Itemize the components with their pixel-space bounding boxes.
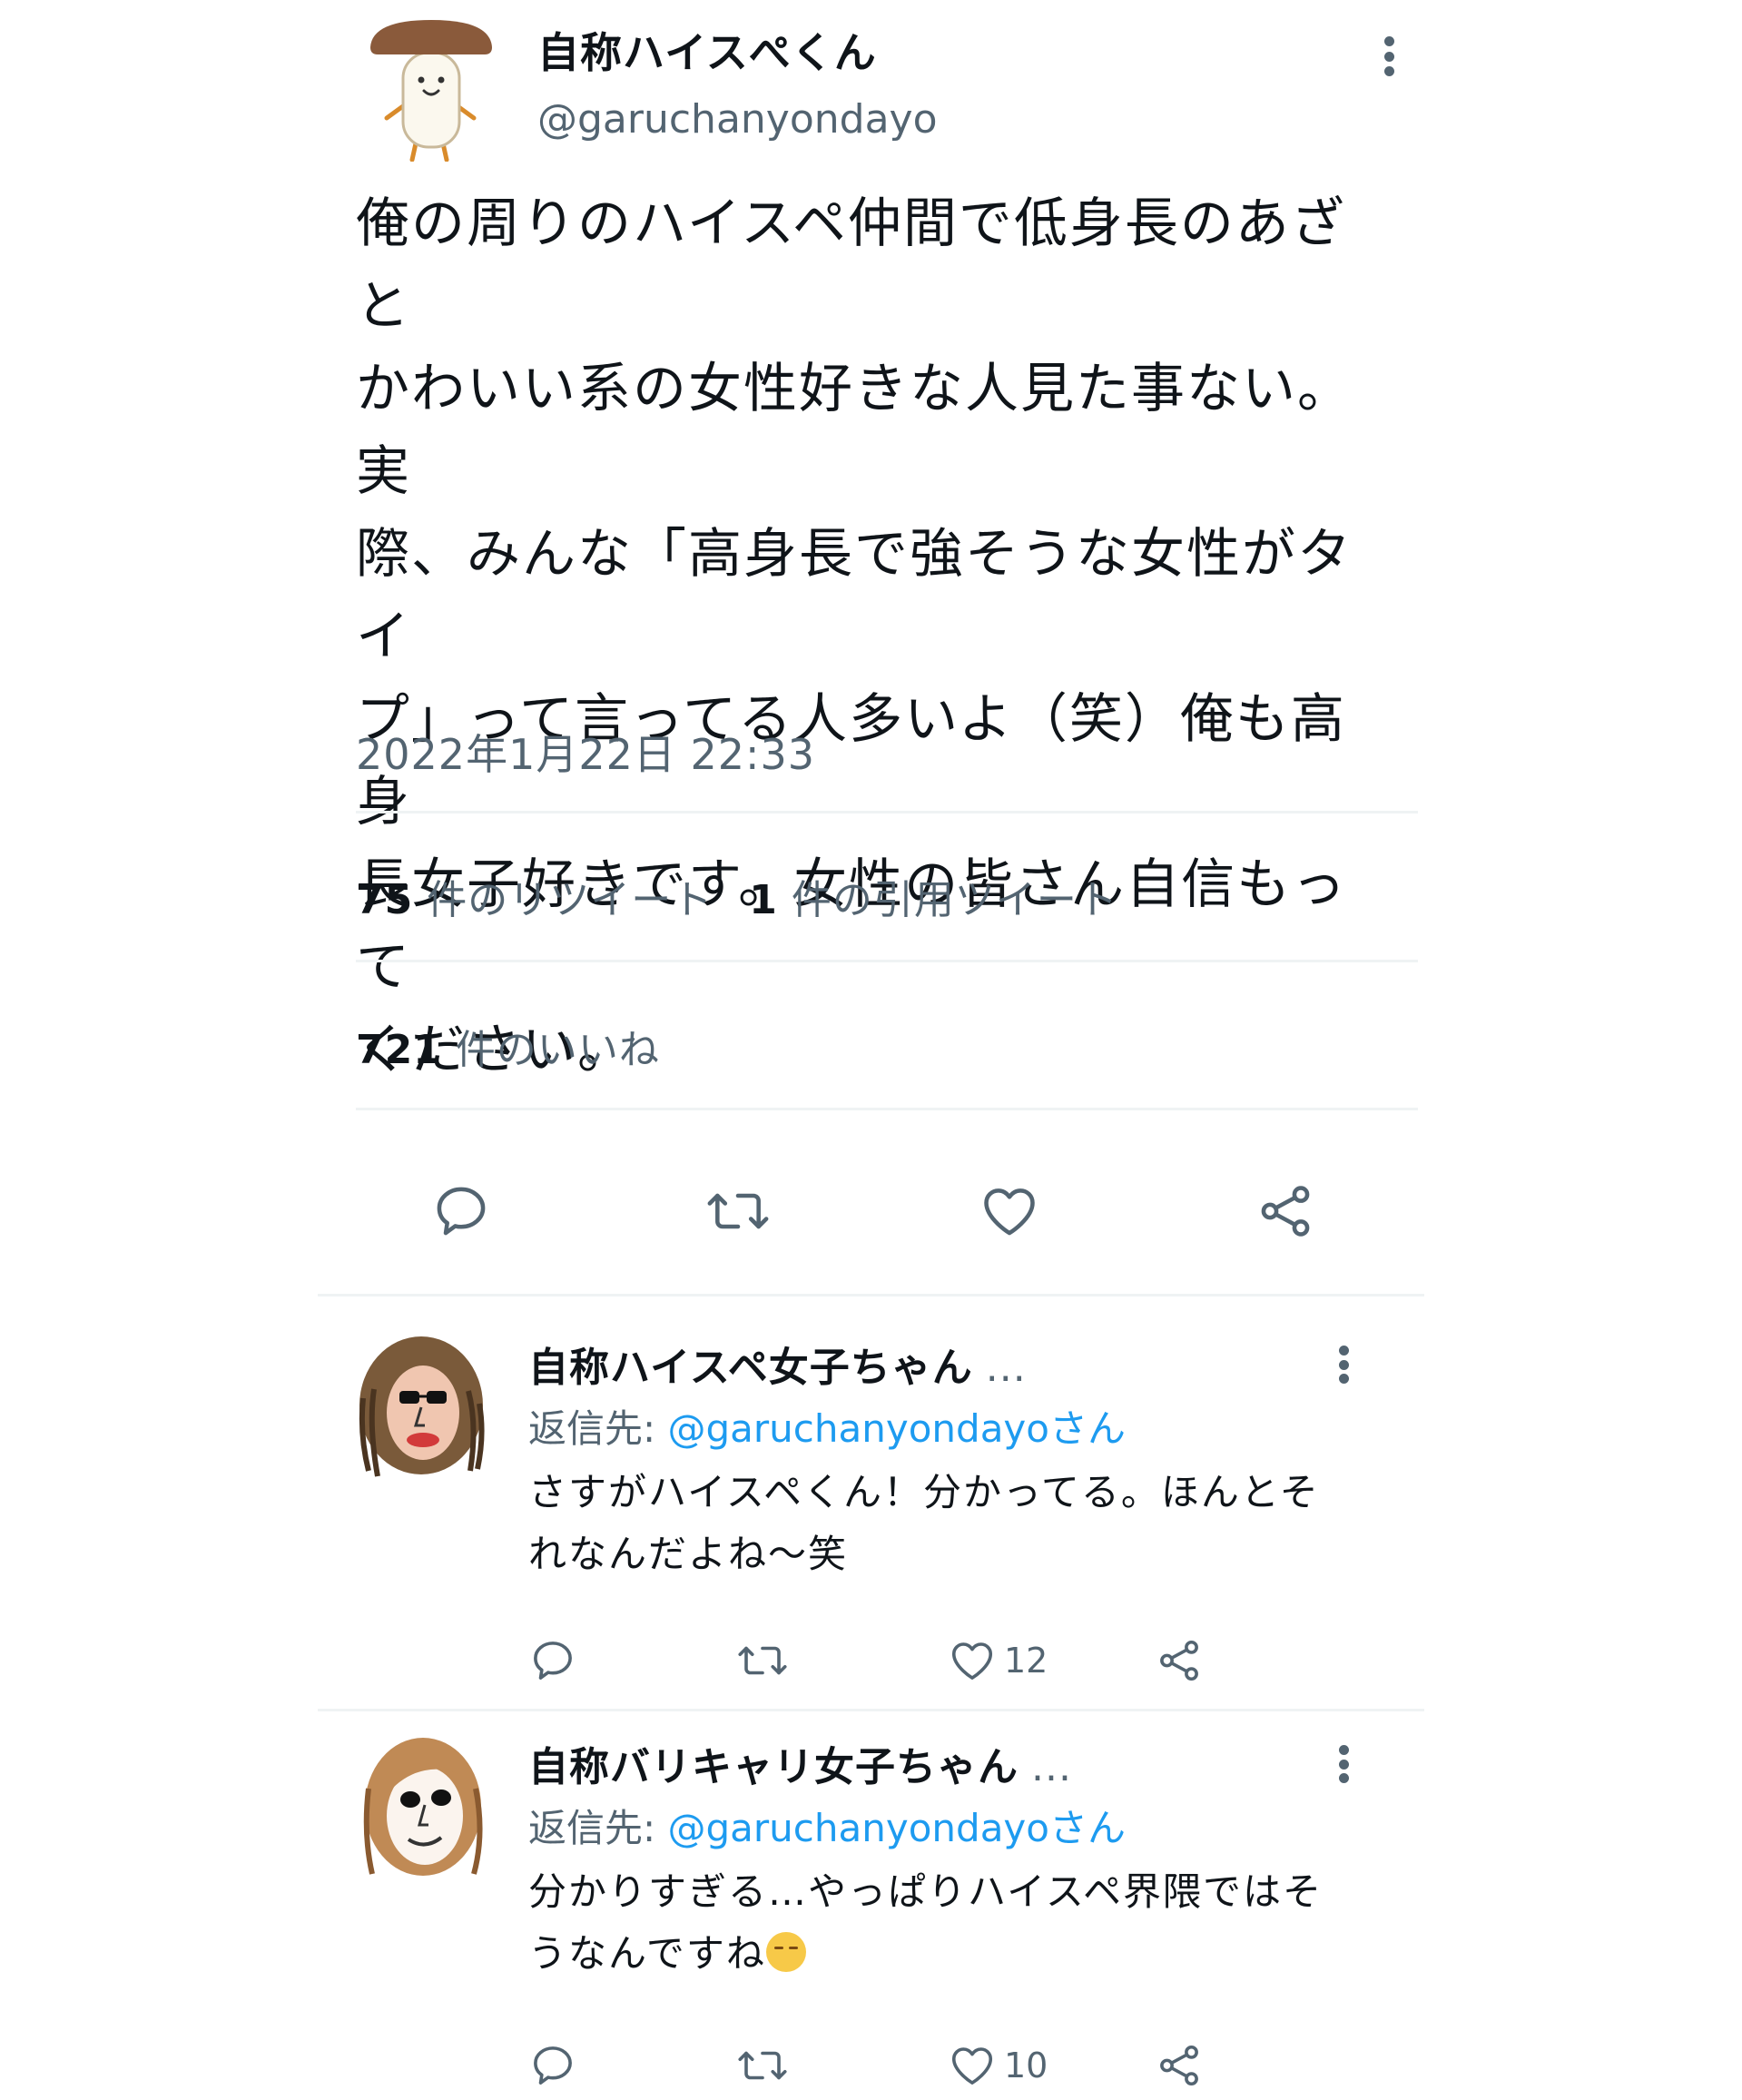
reply-button[interactable]	[528, 2041, 577, 2090]
reply-prefix: 返信先:	[528, 1406, 668, 1451]
reply-to-link[interactable]: @garuchanyondayoさん	[668, 1806, 1126, 1850]
like-count: 12	[1004, 1641, 1048, 1681]
heart-icon	[984, 1188, 1035, 1236]
reply-display-name: 自称バリキャリ女子ちゃん	[528, 1744, 1019, 1790]
share-button[interactable]	[1155, 1636, 1204, 1685]
retweet-stats: 75 件のリツイート 1 件の引用ツイート	[356, 867, 1118, 925]
replying-to: 返信先: @garuchanyondayoさん	[528, 1798, 1126, 1853]
replying-to: 返信先: @garuchanyondayoさん	[528, 1398, 1126, 1454]
reply-action-bar: 10	[528, 2041, 1255, 2095]
retweet-button[interactable]	[704, 1180, 772, 1242]
reply-icon	[534, 1642, 572, 1680]
retweet-icon	[707, 1193, 769, 1229]
divider	[356, 960, 1418, 962]
reply-button[interactable]	[528, 1636, 577, 1685]
likes-stats[interactable]: 721 件のいいね	[356, 1017, 660, 1075]
avatar[interactable]	[356, 1335, 492, 1480]
divider	[318, 1294, 1424, 1296]
likes-label: 件のいいね	[455, 1027, 660, 1073]
tweet-text: 俺の周りのハイスペ仲間で低身長のあざと かわいい系の女性好きな人見た事ない。実 …	[356, 192, 1353, 1080]
quotes-link[interactable]: 1 件の引用ツイート	[749, 877, 1118, 923]
reply-text: 分かりすぎる…やっぱりハイスペ界隈ではそ うなんですね	[528, 1861, 1345, 1985]
reply-button[interactable]	[430, 1180, 492, 1242]
reply-tweet[interactable]: 自称ハイスペ女子ちゃん... 返信先: @garuchanyondayoさん さ…	[318, 1335, 1424, 1698]
more-options-icon[interactable]	[1378, 36, 1400, 76]
reply-icon	[437, 1187, 486, 1236]
retweets-link[interactable]: 75 件のリツイート	[356, 877, 713, 923]
heart-icon	[951, 2047, 993, 2085]
retweet-button[interactable]	[735, 1636, 790, 1685]
avatar[interactable]	[356, 1734, 492, 1879]
retweet-icon	[738, 2051, 787, 2080]
reply-icon	[534, 2046, 572, 2085]
like-count: 10	[1004, 2046, 1048, 2085]
heart-icon	[951, 1642, 993, 1680]
reply-to-link[interactable]: @garuchanyondayoさん	[668, 1406, 1126, 1451]
reply-text-content: 分かりすぎる…やっぱりハイスペ界隈ではそ うなんですね	[528, 1869, 1323, 1976]
name-ellipsis: ...	[1031, 1744, 1072, 1790]
reply-text: さすがハイスペくん！分かってる。ほんとそ れなんだよね〜笑	[528, 1470, 1320, 1576]
divider	[318, 1709, 1424, 1711]
name-ellipsis: ...	[985, 1345, 1027, 1391]
like-button[interactable]	[979, 1180, 1040, 1242]
quotes-count: 1	[749, 877, 778, 923]
mushroom-avatar[interactable]	[363, 16, 499, 162]
reply-author-name[interactable]: 自称バリキャリ女子ちゃん...	[528, 1734, 1072, 1792]
retweet-icon	[738, 1646, 787, 1675]
more-options-icon[interactable]	[1333, 1745, 1354, 1783]
more-options-icon[interactable]	[1333, 1346, 1354, 1384]
author-handle[interactable]: @garuchanyondayo	[537, 96, 938, 143]
reply-author-name[interactable]: 自称ハイスペ女子ちゃん...	[528, 1335, 1027, 1393]
author-display-name[interactable]: 自称ハイスぺくん	[537, 20, 877, 80]
share-button[interactable]	[1255, 1180, 1316, 1242]
reply-display-name: 自称ハイスペ女子ちゃん	[528, 1345, 973, 1391]
retweets-count: 75	[356, 877, 414, 923]
relieved-face-emoji-icon	[765, 1932, 806, 1972]
reply-action-bar: 12	[528, 1636, 1255, 1691]
retweet-button[interactable]	[735, 2041, 790, 2090]
likes-count: 721	[356, 1027, 442, 1073]
divider	[356, 811, 1418, 813]
reply-prefix: 返信先:	[528, 1806, 668, 1850]
tweet-timestamp[interactable]: 2022年1月22日 22:33	[356, 722, 815, 782]
share-button[interactable]	[1155, 2041, 1204, 2090]
divider	[356, 1108, 1418, 1110]
share-icon	[1160, 2045, 1198, 2086]
like-button[interactable]: 12	[948, 1636, 1048, 1685]
quotes-label: 件の引用ツイート	[791, 877, 1118, 923]
share-icon	[1261, 1186, 1310, 1237]
like-button[interactable]: 10	[948, 2041, 1048, 2090]
tweet-action-bar	[356, 1180, 1418, 1262]
timeline-column: 自称ハイスぺくん @garuchanyondayo 俺の周りのハイスペ仲間で低身…	[318, 0, 1424, 2100]
share-icon	[1160, 1640, 1198, 1681]
retweets-label: 件のリツイート	[427, 877, 714, 923]
reply-tweet[interactable]: 自称バリキャリ女子ちゃん... 返信先: @garuchanyondayoさん …	[318, 1734, 1424, 2100]
